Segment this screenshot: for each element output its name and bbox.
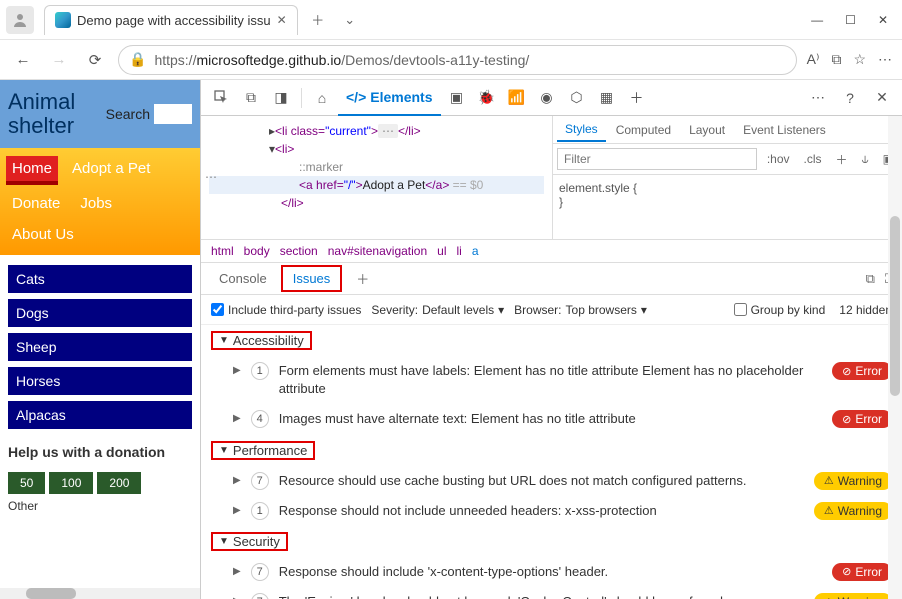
category-security[interactable]: ▼ Security bbox=[201, 526, 902, 557]
new-rule-icon[interactable]: ＋ bbox=[832, 149, 852, 170]
edge-favicon-icon bbox=[55, 12, 71, 28]
category-accessibility[interactable]: ▼ Accessibility bbox=[201, 325, 902, 356]
donation-amount[interactable]: 200 bbox=[97, 472, 141, 494]
hov-toggle[interactable]: :hov bbox=[763, 150, 794, 168]
category-link[interactable]: Sheep bbox=[8, 333, 192, 361]
donation-amount[interactable]: 100 bbox=[49, 472, 93, 494]
browser-filter[interactable]: Browser: Top browsers ▾ bbox=[514, 303, 647, 317]
styles-tab-events[interactable]: Event Listeners bbox=[735, 119, 834, 141]
nav-adopt[interactable]: Adopt a Pet bbox=[66, 156, 156, 185]
issue-row[interactable]: ▶4Images must have alternate text: Eleme… bbox=[201, 404, 902, 434]
issue-row[interactable]: ▶1Form elements must have labels: Elemen… bbox=[201, 356, 902, 404]
tab-network-icon[interactable]: 📶 bbox=[503, 85, 531, 111]
devtools-panel: ⧉ ◨ ⌂ </> Elements ▣ 🐞 📶 ◉ ⬡ ▦ ＋ ⋯ ? ✕ ▸… bbox=[200, 80, 902, 599]
styles-filter-input[interactable] bbox=[557, 148, 757, 170]
window-titlebar: Demo page with accessibility issu ✕ ＋ ⌄ … bbox=[0, 0, 902, 40]
back-button[interactable]: ← bbox=[10, 47, 36, 73]
issue-row[interactable]: ▶7The 'Expires' header should not be use… bbox=[201, 587, 902, 599]
css-rule[interactable]: element.style { bbox=[559, 181, 896, 195]
issues-toolbar: Include third-party issues Severity: Def… bbox=[201, 295, 902, 325]
font-editor-icon[interactable]: ⫝ bbox=[858, 150, 873, 169]
cls-toggle[interactable]: .cls bbox=[800, 150, 826, 168]
styles-pane: Styles Computed Layout Event Listeners ›… bbox=[552, 116, 902, 239]
devtools-close-icon[interactable]: ✕ bbox=[868, 85, 896, 111]
url-field[interactable]: 🔒 https://microsoftedge.github.io/Demos/… bbox=[118, 45, 797, 75]
issues-list: ▼ Accessibility ▶1Form elements must hav… bbox=[201, 325, 902, 599]
tab-console-icon[interactable]: ▣ bbox=[443, 85, 471, 111]
maximize-button[interactable]: ☐ bbox=[845, 13, 856, 27]
dom-tree[interactable]: ▸<li class="current">⋯</li> ▾<li> ::mark… bbox=[201, 116, 552, 239]
category-link[interactable]: Alpacas bbox=[8, 401, 192, 429]
category-link[interactable]: Cats bbox=[8, 265, 192, 293]
dom-overflow-icon[interactable]: ⋯ bbox=[205, 170, 217, 184]
issue-row[interactable]: ▶1Response should not include unneeded h… bbox=[201, 496, 902, 526]
minimize-button[interactable]: — bbox=[811, 13, 823, 27]
include-3p-checkbox[interactable]: Include third-party issues bbox=[211, 303, 361, 317]
search-input[interactable] bbox=[154, 104, 192, 124]
tab-add-icon[interactable]: ＋ bbox=[623, 85, 651, 111]
profile-button[interactable] bbox=[6, 6, 34, 34]
hidden-count[interactable]: 12 hidden bbox=[839, 303, 892, 317]
styles-tab-styles[interactable]: Styles bbox=[557, 118, 606, 142]
menu-icon[interactable]: ⋯ bbox=[878, 51, 892, 68]
rendered-page: Animalshelter Search Home Adopt a Pet Do… bbox=[0, 80, 200, 599]
drawer-tab-issues[interactable]: Issues bbox=[281, 265, 343, 292]
dock-icon[interactable]: ◨ bbox=[267, 85, 295, 111]
vertical-scrollbar[interactable] bbox=[888, 116, 902, 599]
donation-amount[interactable]: 50 bbox=[8, 472, 45, 494]
css-rule-close: } bbox=[559, 195, 896, 209]
horizontal-scrollbar[interactable] bbox=[0, 588, 200, 599]
nav-about[interactable]: About Us bbox=[6, 222, 80, 247]
new-tab-button[interactable]: ＋ bbox=[306, 8, 330, 32]
tab-sources-icon[interactable]: 🐞 bbox=[473, 85, 501, 111]
close-tab-icon[interactable]: ✕ bbox=[277, 13, 287, 27]
browser-tab[interactable]: Demo page with accessibility issu ✕ bbox=[44, 5, 298, 35]
drawer-tab-console[interactable]: Console bbox=[209, 267, 277, 290]
lock-icon: 🔒 bbox=[129, 51, 146, 68]
nav-jobs[interactable]: Jobs bbox=[74, 191, 118, 216]
nav-donate[interactable]: Donate bbox=[6, 191, 66, 216]
devtools-menu-icon[interactable]: ⋯ bbox=[804, 85, 832, 111]
inspect-icon[interactable] bbox=[207, 85, 235, 111]
read-aloud-icon[interactable]: A⁾ bbox=[807, 51, 820, 68]
category-performance[interactable]: ▼ Performance bbox=[201, 435, 902, 466]
drawer-tabs: Console Issues ＋ ⧉ ⛶ bbox=[201, 263, 902, 295]
nav-home[interactable]: Home bbox=[6, 156, 58, 185]
search-label: Search bbox=[106, 106, 150, 122]
issue-row[interactable]: ▶7Response should include 'x-content-typ… bbox=[201, 557, 902, 587]
group-by-kind-checkbox[interactable]: Group by kind bbox=[734, 303, 826, 317]
drawer-add-icon[interactable]: ＋ bbox=[346, 265, 379, 292]
devtools-toolbar: ⧉ ◨ ⌂ </> Elements ▣ 🐞 📶 ◉ ⬡ ▦ ＋ ⋯ ? ✕ bbox=[201, 80, 902, 116]
category-link[interactable]: Dogs bbox=[8, 299, 192, 327]
site-title: Animalshelter bbox=[8, 90, 75, 138]
drawer-dock-icon[interactable]: ⧉ bbox=[866, 271, 875, 287]
tab-memory-icon[interactable]: ⬡ bbox=[563, 85, 591, 111]
dom-breadcrumb[interactable]: html body section nav#sitenavigation ul … bbox=[201, 239, 902, 263]
tab-overflow-button[interactable]: ⌄ bbox=[338, 8, 362, 32]
styles-tab-computed[interactable]: Computed bbox=[608, 119, 679, 141]
category-link[interactable]: Horses bbox=[8, 367, 192, 395]
address-bar: ← → ⟳ 🔒 https://microsoftedge.github.io/… bbox=[0, 40, 902, 80]
refresh-button[interactable]: ⟳ bbox=[82, 47, 108, 73]
tab-elements[interactable]: </> Elements bbox=[338, 80, 441, 116]
forward-button: → bbox=[46, 47, 72, 73]
welcome-icon[interactable]: ⌂ bbox=[308, 85, 336, 111]
severity-filter[interactable]: Severity: Default levels ▾ bbox=[371, 303, 504, 317]
url-text: https://microsoftedge.github.io/Demos/de… bbox=[154, 52, 529, 68]
device-icon[interactable]: ⧉ bbox=[237, 85, 265, 111]
issue-row[interactable]: ▶7Resource should use cache busting but … bbox=[201, 466, 902, 496]
tab-application-icon[interactable]: ▦ bbox=[593, 85, 621, 111]
donation-heading: Help us with a donation bbox=[8, 443, 192, 461]
donation-other-label: Other bbox=[8, 499, 192, 513]
close-window-button[interactable]: ✕ bbox=[878, 13, 888, 27]
tab-performance-icon[interactable]: ◉ bbox=[533, 85, 561, 111]
favorite-icon[interactable]: ☆ bbox=[853, 51, 866, 68]
collections-icon[interactable]: ⧉ bbox=[831, 51, 841, 68]
styles-tab-layout[interactable]: Layout bbox=[681, 119, 733, 141]
devtools-help-icon[interactable]: ? bbox=[836, 85, 864, 111]
tab-title: Demo page with accessibility issu bbox=[77, 13, 271, 28]
site-nav: Home Adopt a Pet Donate Jobs About Us bbox=[0, 148, 200, 255]
